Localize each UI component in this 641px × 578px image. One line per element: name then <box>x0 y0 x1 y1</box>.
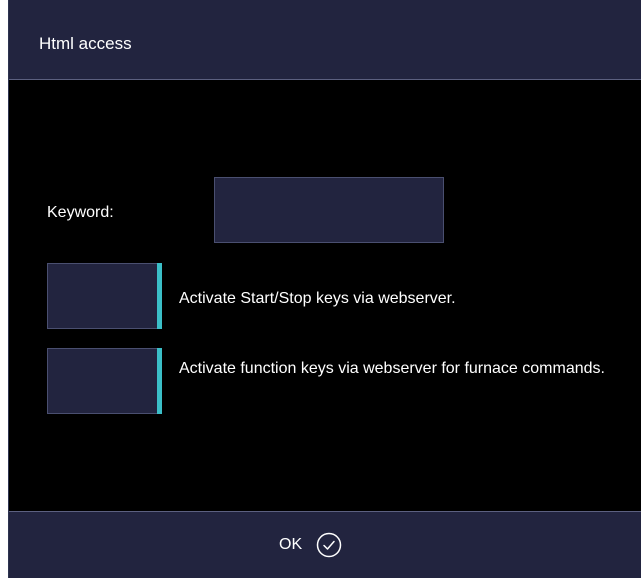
toggle-indicator <box>157 348 162 414</box>
toggle-indicator <box>157 263 162 329</box>
ok-button[interactable]: OK <box>279 526 342 564</box>
dialog-title: Html access <box>39 34 132 53</box>
dialog-footer: OK <box>9 511 641 578</box>
check-circle-icon <box>316 532 342 558</box>
keyword-label: Keyword: <box>47 204 114 221</box>
keyword-input[interactable] <box>214 177 444 243</box>
start-stop-keys-label: Activate Start/Stop keys via webserver. <box>179 290 456 307</box>
ok-label: OK <box>279 536 303 553</box>
function-keys-label: Activate function keys via webserver for… <box>179 360 605 377</box>
html-access-dialog: Html access Keyword: Activate Start/Stop… <box>8 0 641 578</box>
function-keys-toggle[interactable] <box>47 348 162 414</box>
dialog-header: Html access <box>9 0 641 80</box>
start-stop-keys-toggle[interactable] <box>47 263 162 329</box>
